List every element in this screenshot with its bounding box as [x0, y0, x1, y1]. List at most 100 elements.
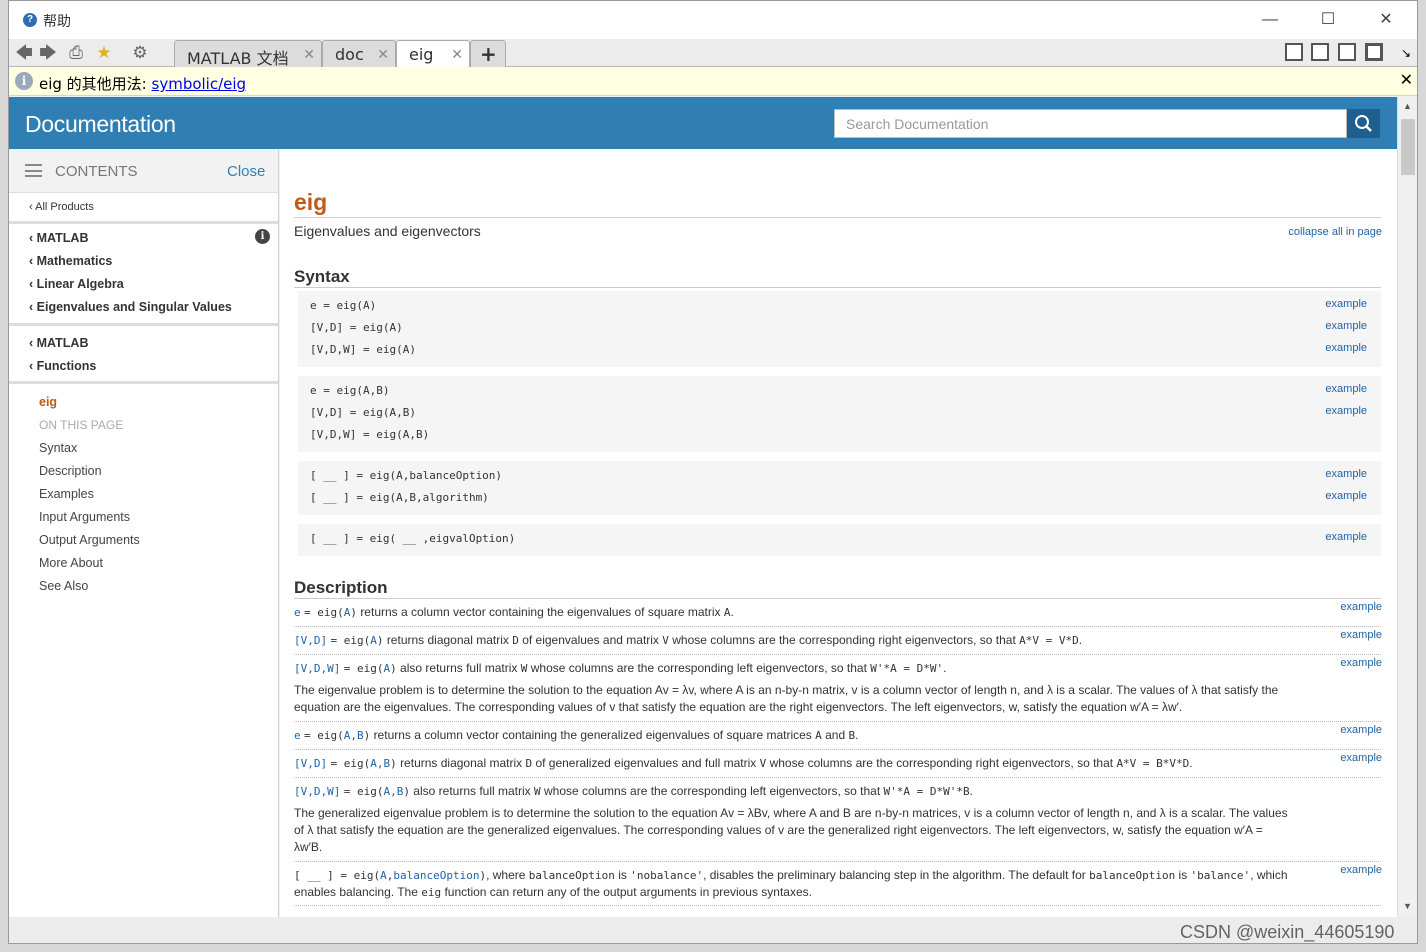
scroll-up-icon[interactable]: ▲: [1403, 101, 1412, 111]
title-bar: ? 帮助 — ☐ ✕: [9, 1, 1417, 39]
help-window: ? 帮助 — ☐ ✕ 🡄 🡆 ⎙ ★ ⚙ MATLAB 文档 ✕ doc ✕ e…: [8, 0, 1418, 944]
tab-label: MATLAB 文档: [187, 49, 289, 68]
otp-examples[interactable]: Examples: [39, 487, 94, 501]
syntax-line: [ __ ] = eig(A,balanceOption): [310, 469, 503, 482]
current-page: eig: [39, 395, 58, 409]
example-link[interactable]: example: [1325, 298, 1367, 310]
desc-item: e = eig(A) returns a column vector conta…: [294, 605, 734, 619]
settings-gear-icon[interactable]: ⚙: [129, 43, 151, 63]
syntax-line: [ __ ] = eig(A,B,algorithm): [310, 491, 489, 504]
example-link[interactable]: example: [1325, 531, 1367, 543]
plus-icon: +: [480, 42, 497, 66]
example-link[interactable]: example: [1340, 629, 1382, 641]
title-rule: [294, 217, 1381, 218]
close-tab-icon[interactable]: ✕: [303, 46, 315, 63]
info-icon: i: [15, 72, 33, 90]
single-view-icon[interactable]: [1365, 43, 1383, 61]
syntax-group: [ __ ] = eig( __ ,eigvalOption) example: [298, 524, 1381, 556]
back-arrow-icon[interactable]: 🡄: [13, 43, 35, 63]
syntax-group: e = eig(A,B) [V,D] = eig(A,B) [V,D,W] = …: [298, 376, 1381, 452]
breadcrumb-matlab[interactable]: ‹ MATLAB: [29, 231, 88, 245]
menu-icon[interactable]: [25, 164, 42, 177]
example-link[interactable]: example: [1325, 468, 1367, 480]
example-link[interactable]: example: [1325, 342, 1367, 354]
contents-label: CONTENTS: [55, 163, 138, 180]
syntax-rule: [294, 287, 1381, 288]
breadcrumb-label: Linear Algebra: [36, 277, 124, 291]
otp-more-about[interactable]: More About: [39, 556, 103, 570]
close-tab-icon[interactable]: ✕: [451, 46, 463, 63]
desc-item: [V,D] = eig(A) returns diagonal matrix D…: [294, 633, 1083, 647]
syntax-line: [V,D] = eig(A): [310, 321, 403, 334]
otp-see-also[interactable]: See Also: [39, 579, 88, 593]
search-input[interactable]: Search Documentation: [834, 109, 1347, 138]
matlab-help-icon: ?: [23, 13, 37, 27]
close-tab-icon[interactable]: ✕: [377, 46, 389, 63]
vertical-scrollbar[interactable]: ▲ ▼: [1397, 97, 1417, 917]
print-icon[interactable]: ⎙: [65, 43, 87, 63]
desc-text: where: [492, 868, 526, 882]
desc-text: returns diagonal matrix: [400, 756, 523, 770]
desc-text: function can return any of the output ar…: [444, 885, 812, 899]
example-link[interactable]: example: [1340, 657, 1382, 669]
example-link[interactable]: example: [1325, 383, 1367, 395]
documentation-title[interactable]: Documentation: [25, 111, 176, 138]
syntax-line: [ __ ] = eig( __ ,eigvalOption): [310, 532, 516, 545]
new-tab-button[interactable]: +: [470, 40, 506, 67]
info-prefix: eig 的其他用法:: [39, 75, 152, 93]
collapse-all-link[interactable]: collapse all in page: [1288, 226, 1382, 238]
divider: [9, 221, 278, 224]
otp-syntax[interactable]: Syntax: [39, 441, 77, 455]
scroll-thumb[interactable]: [1401, 119, 1415, 175]
otp-output-arguments[interactable]: Output Arguments: [39, 533, 140, 547]
example-link[interactable]: example: [1340, 724, 1382, 736]
desc-text: returns diagonal matrix: [386, 633, 509, 647]
breadcrumb-mathematics[interactable]: ‹ Mathematics: [29, 254, 112, 268]
close-infobar-icon[interactable]: ✕: [1400, 70, 1413, 90]
breadcrumb-linear-algebra[interactable]: ‹ Linear Algebra: [29, 277, 124, 291]
all-products-link[interactable]: ‹ All Products: [29, 201, 94, 213]
example-link[interactable]: example: [1325, 405, 1367, 417]
close-contents-link[interactable]: Close: [227, 163, 265, 180]
desc-text: whose columns are the corresponding righ…: [672, 633, 1016, 647]
desc-paragraph: The generalized eigenvalue problem is to…: [294, 806, 1288, 854]
info-icon[interactable]: i: [255, 229, 270, 244]
tab-doc[interactable]: doc ✕: [322, 40, 396, 67]
symbolic-eig-link[interactable]: symbolic/eig: [152, 75, 247, 93]
breadcrumb-eigenvalues[interactable]: ‹ Eigenvalues and Singular Values: [29, 300, 232, 314]
maximize-button[interactable]: ☐: [1305, 7, 1351, 33]
scroll-down-icon[interactable]: ▼: [1403, 901, 1412, 911]
otp-description[interactable]: Description: [39, 464, 102, 478]
desc-divider: [294, 749, 1381, 750]
tab-matlab-docs[interactable]: MATLAB 文档 ✕: [174, 40, 322, 68]
tile-horizontal-icon[interactable]: [1338, 43, 1356, 61]
page-subtitle: Eigenvalues and eigenvectors: [294, 223, 481, 239]
divider: [9, 381, 278, 384]
breadcrumb-label: MATLAB: [36, 336, 89, 350]
example-link[interactable]: example: [1325, 490, 1367, 502]
example-link[interactable]: example: [1340, 864, 1382, 876]
example-link[interactable]: example: [1340, 601, 1382, 613]
tile-grid-icon[interactable]: [1285, 43, 1303, 61]
browser-toolbar: 🡄 🡆 ⎙ ★ ⚙ MATLAB 文档 ✕ doc ✕ eig ✕ + ↘: [9, 39, 1417, 68]
undock-icon[interactable]: ↘: [1395, 43, 1417, 63]
search-button[interactable]: [1347, 109, 1380, 138]
forward-arrow-icon[interactable]: 🡆: [37, 43, 59, 63]
contents-sidebar: CONTENTS Close ‹ All Products ‹ MATLAB i…: [9, 149, 279, 917]
minimize-button[interactable]: —: [1247, 7, 1293, 33]
close-window-button[interactable]: ✕: [1363, 7, 1409, 33]
favorites-star-icon[interactable]: ★: [93, 43, 115, 63]
example-link[interactable]: example: [1340, 752, 1382, 764]
breadcrumb-functions[interactable]: ‹ Functions: [29, 359, 96, 373]
example-link[interactable]: example: [1325, 320, 1367, 332]
tab-eig[interactable]: eig ✕: [396, 40, 470, 68]
breadcrumb-label: Functions: [36, 359, 97, 373]
otp-input-arguments[interactable]: Input Arguments: [39, 510, 130, 524]
breadcrumb-matlab-2[interactable]: ‹ MATLAB: [29, 336, 88, 350]
tile-vertical-icon[interactable]: [1311, 43, 1329, 61]
desc-item: [V,D,W] = eig(A) also returns full matri…: [294, 661, 947, 675]
desc-paragraph: The eigenvalue problem is to determine t…: [294, 683, 1279, 714]
breadcrumb-label: Mathematics: [36, 254, 113, 268]
syntax-group: e = eig(A) [V,D] = eig(A) [V,D,W] = eig(…: [298, 291, 1381, 367]
watermark: CSDN @weixin_44605190: [1180, 922, 1395, 942]
